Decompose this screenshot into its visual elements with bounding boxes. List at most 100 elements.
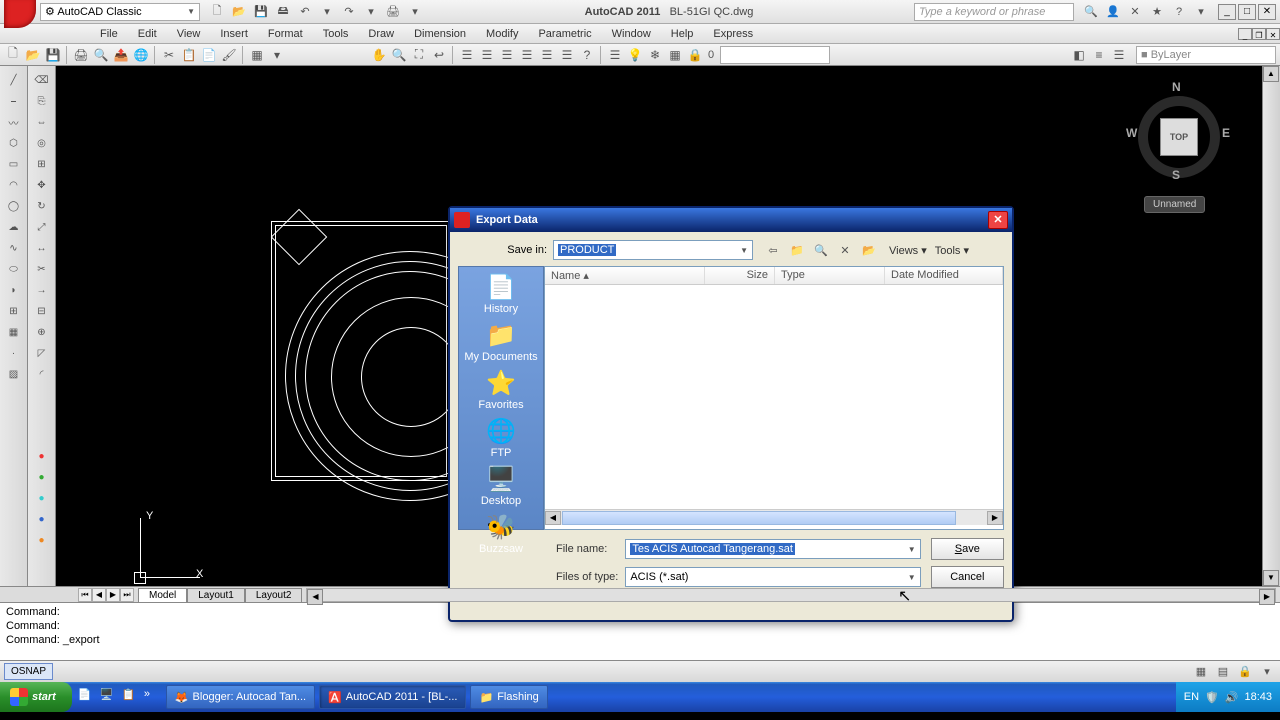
copy-icon[interactable]: 📋 bbox=[180, 46, 198, 64]
lineweight-icon[interactable]: ☰ bbox=[1110, 46, 1128, 64]
revcloud-icon[interactable]: ☁ bbox=[3, 217, 25, 237]
scale-icon[interactable]: ⤢ bbox=[31, 217, 53, 237]
help-icon[interactable]: ? bbox=[578, 46, 596, 64]
scroll-down-icon[interactable]: ▼ bbox=[1263, 570, 1279, 586]
menu-insert[interactable]: Insert bbox=[210, 26, 258, 42]
copy-icon[interactable]: ⎘ bbox=[31, 91, 53, 111]
annotation-icon[interactable]: 🔒 bbox=[1236, 663, 1254, 681]
place-desktop[interactable]: 🖥️Desktop bbox=[481, 465, 521, 507]
point-icon[interactable]: · bbox=[3, 343, 25, 363]
pan-icon[interactable]: ✋ bbox=[370, 46, 388, 64]
viewcube-top-face[interactable]: TOP bbox=[1160, 118, 1198, 156]
color-green-icon[interactable]: ● bbox=[31, 467, 53, 487]
line-icon[interactable]: ╱ bbox=[3, 70, 25, 90]
layer-dropdown[interactable] bbox=[720, 46, 830, 64]
menu-file[interactable]: File bbox=[90, 26, 128, 42]
new-folder-icon[interactable]: 📂 bbox=[859, 240, 879, 260]
match-icon[interactable]: 🖌 bbox=[220, 46, 238, 64]
list-body[interactable] bbox=[545, 285, 1003, 509]
place-ftp[interactable]: 🌐FTP bbox=[484, 417, 518, 459]
menu-parametric[interactable]: Parametric bbox=[528, 26, 601, 42]
markup-icon[interactable]: ☰ bbox=[538, 46, 556, 64]
menu-window[interactable]: Window bbox=[602, 26, 661, 42]
layer-props-icon[interactable]: ☰ bbox=[606, 46, 624, 64]
rotate-icon[interactable]: ↻ bbox=[31, 196, 53, 216]
exchange-icon[interactable]: ✕ bbox=[1126, 3, 1144, 21]
scroll-right-icon[interactable]: ▶ bbox=[1259, 589, 1275, 605]
break-icon[interactable]: ⊟ bbox=[31, 301, 53, 321]
scroll-up-icon[interactable]: ▲ bbox=[1263, 66, 1279, 82]
circle-icon[interactable]: ◯ bbox=[3, 196, 25, 216]
col-size[interactable]: Size bbox=[705, 267, 775, 284]
task-autocad[interactable]: 🅰️AutoCAD 2011 - [BL-... bbox=[319, 685, 466, 709]
linetype-icon[interactable]: ≡ bbox=[1090, 46, 1108, 64]
ql-icon[interactable]: 🖥️ bbox=[100, 688, 118, 706]
tab-layout1[interactable]: Layout1 bbox=[187, 588, 245, 602]
menu-modify[interactable]: Modify bbox=[476, 26, 528, 42]
print-icon[interactable]: 🖨 bbox=[384, 3, 402, 21]
dialog-titlebar[interactable]: Export Data ✕ bbox=[450, 208, 1012, 232]
tool-palette-icon[interactable]: ☰ bbox=[498, 46, 516, 64]
mirror-icon[interactable]: ⇔ bbox=[31, 112, 53, 132]
menu-view[interactable]: View bbox=[167, 26, 211, 42]
menu-draw[interactable]: Draw bbox=[358, 26, 404, 42]
file-list[interactable]: Name ▴ Size Type Date Modified ◀ ▶ bbox=[544, 266, 1004, 530]
construction-icon[interactable]: ⎯ bbox=[3, 91, 25, 111]
save-button[interactable]: Save bbox=[931, 538, 1004, 560]
tray-icon[interactable]: 🛡️ bbox=[1205, 691, 1219, 704]
layer-state-icon[interactable]: 💡 bbox=[626, 46, 644, 64]
scroll-left-icon[interactable]: ◀ bbox=[545, 511, 561, 525]
vertical-scrollbar[interactable]: ▲ ▼ bbox=[1262, 66, 1280, 586]
menu-tools[interactable]: Tools bbox=[313, 26, 359, 42]
place-history[interactable]: 📄History bbox=[484, 273, 518, 315]
help-icon[interactable]: ? bbox=[1170, 3, 1188, 21]
scroll-right-icon[interactable]: ▶ bbox=[987, 511, 1003, 525]
lang-indicator[interactable]: EN bbox=[1184, 691, 1199, 703]
color-red-icon[interactable]: ● bbox=[31, 446, 53, 466]
model-icon[interactable]: ▦ bbox=[1192, 663, 1210, 681]
zoom-prev-icon[interactable]: ↩ bbox=[430, 46, 448, 64]
insert-icon[interactable]: ⊞ bbox=[3, 301, 25, 321]
tab-prev-icon[interactable]: ◀ bbox=[92, 588, 106, 602]
minimize-button[interactable]: _ bbox=[1218, 4, 1236, 20]
views-menu[interactable]: Views ▾ bbox=[889, 244, 927, 257]
sheet-set-icon[interactable]: ☰ bbox=[518, 46, 536, 64]
chamfer-icon[interactable]: ◸ bbox=[31, 343, 53, 363]
task-blogger[interactable]: 🦊Blogger: Autocad Tan... bbox=[166, 685, 315, 709]
preview-icon[interactable]: 🔍 bbox=[92, 46, 110, 64]
model-canvas[interactable]: N E S W TOP Unnamed Y X Export Data ✕ Sa bbox=[56, 66, 1262, 586]
close-button[interactable]: ✕ bbox=[1258, 4, 1276, 20]
subscribe-icon[interactable]: 👤 bbox=[1104, 3, 1122, 21]
chevron-down-icon[interactable]: ▾ bbox=[318, 3, 336, 21]
plot-icon[interactable]: 🖨 bbox=[72, 46, 90, 64]
scroll-left-icon[interactable]: ◀ bbox=[307, 589, 323, 605]
color-orange-icon[interactable]: ● bbox=[31, 530, 53, 550]
paste-icon[interactable]: 📄 bbox=[200, 46, 218, 64]
open-icon[interactable]: 📂 bbox=[230, 3, 248, 21]
menu-edit[interactable]: Edit bbox=[128, 26, 167, 42]
color-blue-icon[interactable]: ● bbox=[31, 509, 53, 529]
menu-dimension[interactable]: Dimension bbox=[404, 26, 476, 42]
spline-icon[interactable]: ∿ bbox=[3, 238, 25, 258]
cut-icon[interactable]: ✂ bbox=[160, 46, 178, 64]
favorite-icon[interactable]: ★ bbox=[1148, 3, 1166, 21]
erase-icon[interactable]: ⌫ bbox=[31, 70, 53, 90]
filetype-dropdown[interactable]: ACIS (*.sat) ▼ bbox=[625, 567, 920, 587]
up-icon[interactable]: 📁 bbox=[787, 240, 807, 260]
scroll-thumb[interactable] bbox=[562, 511, 956, 525]
trim-icon[interactable]: ✂ bbox=[31, 259, 53, 279]
tab-model[interactable]: Model bbox=[138, 588, 187, 602]
start-button[interactable]: start bbox=[0, 682, 72, 712]
join-icon[interactable]: ⊕ bbox=[31, 322, 53, 342]
calc-icon[interactable]: ☰ bbox=[558, 46, 576, 64]
arc-icon[interactable]: ◠ bbox=[3, 175, 25, 195]
tab-last-icon[interactable]: ⏭ bbox=[120, 588, 134, 602]
viewcube[interactable]: N E S W TOP Unnamed bbox=[1122, 76, 1232, 206]
layer-freeze-icon[interactable]: ❄ bbox=[646, 46, 664, 64]
tab-layout2[interactable]: Layout2 bbox=[245, 588, 303, 602]
horizontal-scrollbar[interactable]: ◀ ▶ bbox=[545, 509, 1003, 525]
chevron-down-icon[interactable]: ▾ bbox=[362, 3, 380, 21]
savein-dropdown[interactable]: PRODUCT ▼ bbox=[553, 240, 753, 260]
color-cyan-icon[interactable]: ● bbox=[31, 488, 53, 508]
chevron-down-icon[interactable]: ▾ bbox=[406, 3, 424, 21]
